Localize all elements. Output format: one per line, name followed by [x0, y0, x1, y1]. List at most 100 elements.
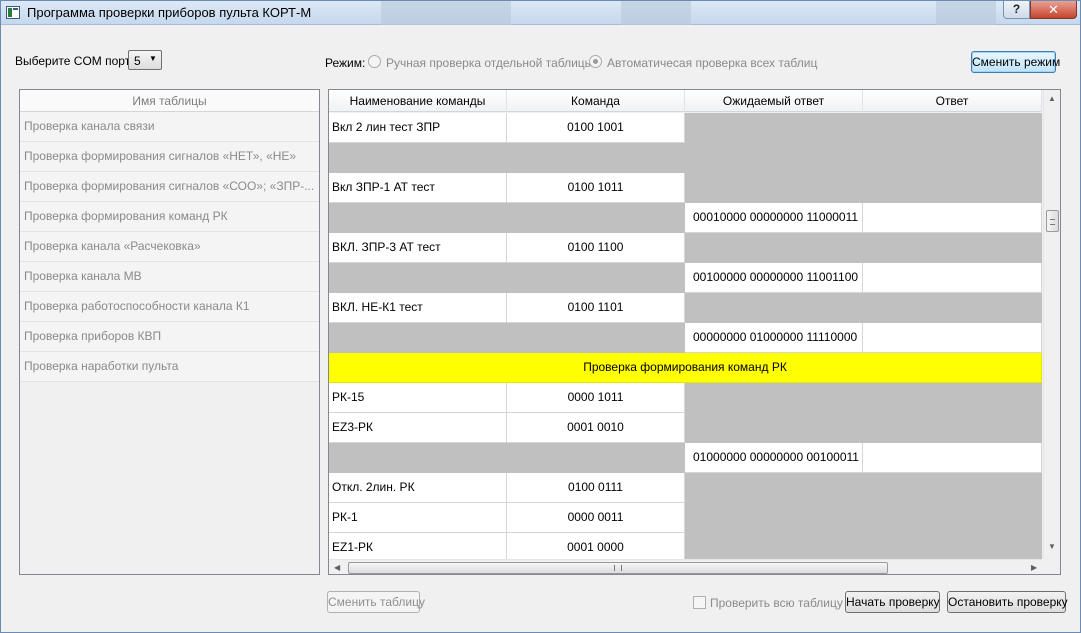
column-header-command[interactable]: Команда: [507, 90, 685, 112]
command-placeholder-cell[interactable]: [329, 443, 685, 473]
command-code-cell[interactable]: 0100 1100: [507, 233, 685, 263]
change-mode-button[interactable]: Сменить режим: [971, 51, 1060, 73]
title-bar[interactable]: Программа проверки приборов пульта КОРТ-…: [1, 1, 1080, 25]
scroll-down-icon[interactable]: ▼: [1048, 542, 1056, 551]
expected-response-cell[interactable]: 01000000 00000000 00100011: [685, 443, 863, 473]
response-placeholder-cell[interactable]: [685, 413, 1042, 443]
column-header-expected[interactable]: Ожидаемый ответ: [685, 90, 863, 112]
command-placeholder-cell[interactable]: [329, 263, 685, 293]
table-row: 00100000 00000000 11001100: [329, 263, 1042, 293]
horizontal-scrollbar[interactable]: ◀ ▶: [329, 559, 1042, 574]
command-name-cell[interactable]: Откл. 2лин. РК: [329, 473, 507, 503]
response-placeholder-cell[interactable]: [685, 173, 1042, 203]
command-code-cell[interactable]: 0001 0000: [507, 533, 685, 559]
check-all-label: Проверить всю таблицу: [710, 596, 843, 610]
actual-response-cell[interactable]: [863, 203, 1042, 233]
scroll-up-icon[interactable]: ▲: [1048, 94, 1056, 103]
command-code-cell[interactable]: 0000 1011: [507, 383, 685, 413]
grid-body: Вкл 2 лин тест ЗПР 0100 1001 Вкл ЗПР-1 АТ …: [329, 113, 1042, 559]
commands-grid: Наименование команды Команда Ожидаемый о…: [328, 89, 1061, 575]
command-name-cell[interactable]: РК-15: [329, 383, 507, 413]
command-name-cell[interactable]: ВКЛ. ЗПР-3 АТ тест: [329, 233, 507, 263]
vertical-scrollbar[interactable]: ▲ ▼: [1043, 90, 1060, 559]
scroll-right-icon[interactable]: ▶: [1031, 563, 1037, 572]
command-code-cell[interactable]: 0100 1101: [507, 293, 685, 323]
vertical-scroll-thumb[interactable]: [1046, 210, 1059, 232]
command-placeholder-cell[interactable]: [329, 323, 685, 353]
expected-response-cell[interactable]: 00100000 00000000 11001100: [685, 263, 863, 293]
table-list-item[interactable]: Проверка работоспособности канала К1: [20, 292, 319, 322]
table-row: 00000000 01000000 11110000: [329, 323, 1042, 353]
command-code-cell[interactable]: 0100 1011: [507, 173, 685, 203]
table-row: ВКЛ. НЕ-К1 тест 0100 1101: [329, 293, 1042, 323]
check-all-checkbox[interactable]: [693, 596, 706, 609]
table-list-item[interactable]: Проверка наработки пульта: [20, 352, 319, 382]
manual-mode-radio[interactable]: [368, 55, 381, 68]
table-list-item[interactable]: Проверка канала «Расчековка»: [20, 232, 319, 262]
table-row: Вкл 2 лин тест ЗПР 0100 1001: [329, 113, 1042, 143]
expected-response-cell[interactable]: 00000000 01000000 11110000: [685, 323, 863, 353]
actual-response-cell[interactable]: [863, 323, 1042, 353]
help-button[interactable]: ?: [1003, 1, 1030, 19]
start-check-button[interactable]: Начать проверку: [845, 591, 940, 613]
section-header-cell[interactable]: Проверка формирования команд РК: [329, 353, 1042, 383]
auto-mode-radio[interactable]: [589, 55, 602, 68]
horizontal-scroll-thumb[interactable]: [348, 562, 888, 574]
actual-response-cell[interactable]: [863, 443, 1042, 473]
table-row: РК-15 0000 1011: [329, 383, 1042, 413]
command-code-cell[interactable]: 0100 1001: [507, 113, 685, 143]
table-row: ВКЛ. ЗПР-3 АТ тест 0100 1100: [329, 233, 1042, 263]
table-list-header: Имя таблицы: [20, 90, 319, 112]
change-table-button[interactable]: Сменить таблицу: [327, 591, 425, 613]
column-header-name[interactable]: Наименование команды: [329, 90, 507, 112]
com-port-label: Выберите COM порт:: [15, 54, 134, 68]
expected-response-cell[interactable]: 00010000 00000000 11000011: [685, 203, 863, 233]
table-list-item[interactable]: Проверка формирования сигналов «НЕТ», «Н…: [20, 142, 319, 172]
mode-label: Режим:: [325, 56, 366, 70]
actual-response-cell[interactable]: [863, 263, 1042, 293]
response-placeholder-cell[interactable]: [685, 503, 1042, 533]
table-list-item[interactable]: Проверка канала связи: [20, 112, 319, 142]
background-window-strip: [381, 1, 511, 25]
command-name-cell[interactable]: ВКЛ. НЕ-К1 тест: [329, 293, 507, 323]
window-title: Программа проверки приборов пульта КОРТ-…: [27, 5, 312, 20]
table-list: Имя таблицы Проверка канала связи Проверк…: [19, 89, 320, 575]
command-code-cell[interactable]: 0100 0111: [507, 473, 685, 503]
chevron-down-icon: ▼: [149, 54, 157, 63]
auto-mode-label: Автоматичесая проверка всех таблиц: [607, 56, 818, 70]
response-placeholder-cell[interactable]: [685, 293, 1042, 323]
command-name-cell[interactable]: EZ1-РК: [329, 533, 507, 559]
table-list-item[interactable]: Проверка формирования сигналов «СОО»; «З…: [20, 172, 319, 202]
main-window: Программа проверки приборов пульта КОРТ-…: [0, 0, 1081, 633]
command-placeholder-cell[interactable]: [329, 203, 685, 233]
table-row: Откл. 2лин. РК 0100 0111: [329, 473, 1042, 503]
response-placeholder-cell[interactable]: [685, 533, 1042, 559]
manual-mode-label: Ручная проверка отдельной таблицы: [386, 56, 594, 70]
column-header-answer[interactable]: Ответ: [863, 90, 1042, 112]
close-button[interactable]: ✕: [1030, 1, 1077, 19]
command-code-cell[interactable]: 0000 0011: [507, 503, 685, 533]
table-row: [329, 143, 1042, 173]
command-name-cell[interactable]: EZ3-РК: [329, 413, 507, 443]
response-placeholder-cell[interactable]: [685, 233, 1042, 263]
command-name-cell[interactable]: Вкл ЗПР-1 АТ тест: [329, 173, 507, 203]
blank-row-cell[interactable]: [329, 143, 1042, 173]
command-name-cell[interactable]: Вкл 2 лин тест ЗПР: [329, 113, 507, 143]
command-code-cell[interactable]: 0001 0010: [507, 413, 685, 443]
table-list-item[interactable]: Проверка канала МВ: [20, 262, 319, 292]
table-row: EZ3-РК 0001 0010: [329, 413, 1042, 443]
command-name-cell[interactable]: РК-1: [329, 503, 507, 533]
com-port-select[interactable]: 5 ▼: [128, 50, 162, 70]
background-window-strip: [936, 1, 996, 25]
table-row: Проверка формирования команд РК: [329, 353, 1042, 383]
response-placeholder-cell[interactable]: [685, 383, 1042, 413]
table-row: 00010000 00000000 11000011: [329, 203, 1042, 233]
stop-check-button[interactable]: Остановить проверку: [947, 591, 1068, 613]
table-row: 01000000 00000000 00100011: [329, 443, 1042, 473]
response-placeholder-cell[interactable]: [685, 473, 1042, 503]
table-list-item[interactable]: Проверка приборов КВП: [20, 322, 319, 352]
scroll-left-icon[interactable]: ◀: [334, 563, 340, 572]
table-row: EZ1-РК 0001 0000: [329, 533, 1042, 559]
table-list-item[interactable]: Проверка формирования команд РК: [20, 202, 319, 232]
response-placeholder-cell[interactable]: [685, 113, 1042, 143]
